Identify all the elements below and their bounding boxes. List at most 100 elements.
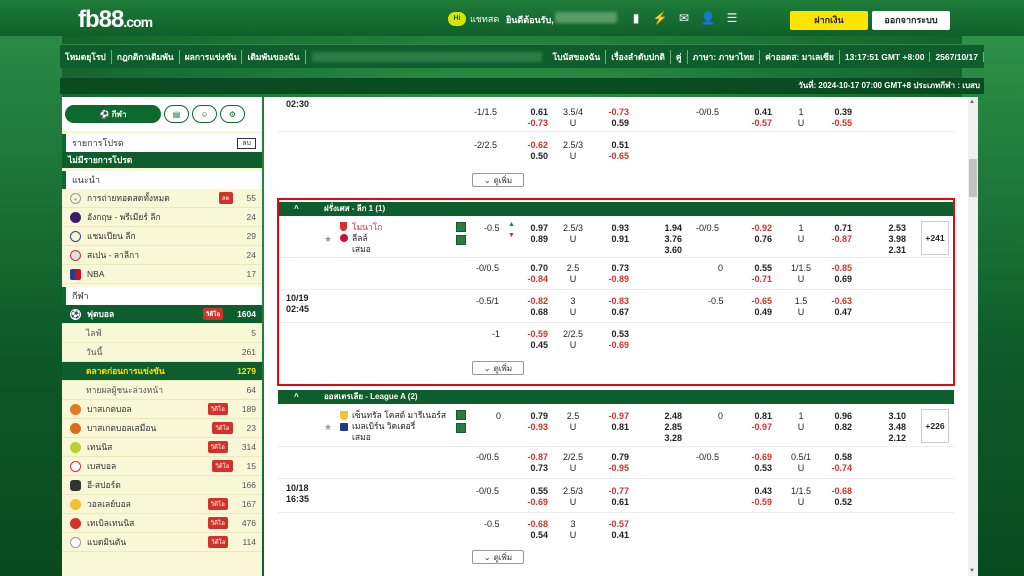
sidebar-item-football-today[interactable]: วันนี้ 261 xyxy=(62,343,262,362)
nav-pairs[interactable]: คู่ xyxy=(671,49,688,64)
odds-value[interactable]: 0.41 xyxy=(742,107,772,117)
nav-rules[interactable]: กฎกติกาเดิมพัน xyxy=(112,49,180,64)
odds-value[interactable]: 0.93 xyxy=(599,223,629,233)
odds-value[interactable]: -0.55 xyxy=(822,118,852,128)
odds-value[interactable]: -0.85 xyxy=(822,263,852,273)
odds-value[interactable]: -0.68 xyxy=(822,486,852,496)
sidebar-item-nba[interactable]: NBA 17 xyxy=(62,265,262,284)
tab-account[interactable]: ☺ xyxy=(192,105,217,123)
sidebar-item-football[interactable]: ⚽ ฟุตบอล วิดีโอ 1604 xyxy=(62,305,262,324)
odds-value[interactable]: -0.83 xyxy=(599,296,629,306)
odds-value[interactable]: 0.52 xyxy=(822,497,852,507)
sidebar-item-volleyball[interactable]: วอลเลย์บอล วิดีโอ 167 xyxy=(62,495,262,514)
odds-value[interactable]: 0.96 xyxy=(822,411,852,421)
sidebar-item-laliga[interactable]: สเปน - ลาลีกา 24 xyxy=(62,246,262,265)
odds-value[interactable]: -0.97 xyxy=(742,422,772,432)
odds-value[interactable]: 0.97 xyxy=(518,223,548,233)
odds-value[interactable]: -0.74 xyxy=(822,463,852,473)
logout-button[interactable]: ออกจากระบบ xyxy=(872,11,950,30)
home-team[interactable]: เซ็นทรัล โคสต์ มารีเนอร์ส xyxy=(352,410,446,421)
odds-value[interactable]: 0.45 xyxy=(518,340,548,350)
live-tv-icon[interactable] xyxy=(456,423,466,433)
odds-value[interactable]: 0.59 xyxy=(599,118,629,128)
sidebar-item-tennis[interactable]: เทนนิส วิดีโอ 314 xyxy=(62,438,262,457)
more-markets-button[interactable]: +241 xyxy=(921,221,949,255)
odds-value[interactable]: 0.61 xyxy=(599,497,629,507)
odds-value[interactable]: 0.68 xyxy=(518,307,548,317)
odds-value[interactable]: -0.62 xyxy=(518,140,548,150)
nav-european-mode[interactable]: โหมดยุโรป xyxy=(60,49,112,64)
sidebar-item-football-live[interactable]: ไลฟ์ 5 xyxy=(62,324,262,343)
more-bets-button[interactable]: ⌄ ดูเพิ่ม xyxy=(472,173,524,187)
refresh-icon[interactable]: ⚡ xyxy=(652,11,668,25)
stats-icon[interactable] xyxy=(456,410,466,420)
star-icon[interactable]: ★ xyxy=(324,422,332,433)
sidebar-item-esports[interactable]: อี-สปอร์ต 166 xyxy=(62,476,262,495)
odds-value[interactable]: -0.57 xyxy=(742,118,772,128)
odds-value[interactable]: -0.77 xyxy=(599,486,629,496)
scroll-down-icon[interactable]: ▼ xyxy=(969,568,975,574)
odds-value[interactable]: 0.70 xyxy=(518,263,548,273)
nav-my-bonus[interactable]: โบนัสของฉัน xyxy=(548,49,607,64)
odds-value[interactable]: 0.51 xyxy=(599,140,629,150)
scrollbar-thumb[interactable] xyxy=(969,159,977,197)
odds-value[interactable]: 0.71 xyxy=(822,223,852,233)
odds-value[interactable]: -0.69 xyxy=(518,497,548,507)
user-icon[interactable]: 👤 xyxy=(700,11,716,25)
odds-value[interactable]: -0.69 xyxy=(599,340,629,350)
odds-scrollbar[interactable]: ▲ ▼ xyxy=(968,97,978,576)
nav-language[interactable]: ภาษา: ภาษาไทย xyxy=(688,49,761,64)
sidebar-item-champions-league[interactable]: แชมเปียน ลีก 29 xyxy=(62,227,262,246)
odds-1x2-draw[interactable]: 2.31 xyxy=(876,245,906,255)
odds-value[interactable]: 0.82 xyxy=(822,422,852,432)
logo[interactable]: fb88.com xyxy=(78,6,153,34)
odds-1x2-draw[interactable]: 3.28 xyxy=(652,433,682,443)
deposit-button[interactable]: ฝากเงิน xyxy=(790,11,868,30)
more-bets-button[interactable]: ⌄ ดูเพิ่ม xyxy=(472,361,524,375)
odds-1x2-draw[interactable]: 3.60 xyxy=(652,245,682,255)
odds-value[interactable]: 0.41 xyxy=(599,530,629,540)
tab-settings[interactable]: ⚙ xyxy=(220,105,245,123)
balance-icon[interactable]: ▮ xyxy=(628,11,644,25)
bet-list-icon[interactable]: ☰ xyxy=(724,11,740,25)
odds-value[interactable]: 0.61 xyxy=(518,107,548,117)
odds-value[interactable]: 0.50 xyxy=(518,151,548,161)
sidebar-item-table-tennis[interactable]: เทเบิลเทนนิส วิดีโอ 476 xyxy=(62,514,262,533)
odds-value[interactable]: 0.58 xyxy=(822,452,852,462)
odds-value[interactable]: -0.68 xyxy=(518,519,548,529)
odds-value[interactable]: -0.73 xyxy=(599,107,629,117)
odds-value[interactable]: -0.92 xyxy=(742,223,772,233)
odds-value[interactable]: -0.71 xyxy=(742,274,772,284)
odds-value[interactable]: 0.53 xyxy=(742,463,772,473)
away-team[interactable]: ลีลล์ xyxy=(352,233,382,244)
odds-value[interactable]: 0.73 xyxy=(599,263,629,273)
more-markets-button[interactable]: +226 xyxy=(921,409,949,443)
odds-value[interactable]: -0.87 xyxy=(822,234,852,244)
nav-results[interactable]: ผลการแข่งขัน xyxy=(180,49,243,64)
odds-value[interactable]: 0.79 xyxy=(518,411,548,421)
sidebar-item-all-live[interactable]: • การถ่ายทอดสดทั้งหมด สด 55 xyxy=(62,189,262,208)
stats-icon[interactable] xyxy=(456,222,466,232)
nav-my-bets[interactable]: เดิมพันของฉัน xyxy=(242,49,306,64)
sidebar-item-basketball[interactable]: บาสเกตบอล วิดีโอ 189 xyxy=(62,400,262,419)
league-header-australia[interactable]: ^ ออสเตรเลีย - League A (2) xyxy=(278,390,954,404)
star-icon[interactable]: ★ xyxy=(324,234,332,245)
odds-value[interactable]: 0.76 xyxy=(742,234,772,244)
away-team[interactable]: เมลเบิร์น วิคเตอรี่ xyxy=(352,421,446,432)
odds-value[interactable]: 0.47 xyxy=(822,307,852,317)
odds-value[interactable]: 0.69 xyxy=(822,274,852,284)
sidebar-item-football-early[interactable]: ตลาดก่อนการแข่งขัน 1279 xyxy=(62,362,262,381)
odds-value[interactable]: 0.79 xyxy=(599,452,629,462)
odds-value[interactable]: -0.97 xyxy=(599,411,629,421)
odds-value[interactable]: 0.53 xyxy=(599,329,629,339)
odds-1x2-away[interactable]: 3.48 xyxy=(876,422,906,432)
league-header-ligue1[interactable]: ^ ฝรั่งเศส - ลีก 1 (1) xyxy=(278,202,954,216)
odds-value[interactable]: -0.69 xyxy=(742,452,772,462)
tab-bet-slip[interactable]: ▤ xyxy=(164,105,189,123)
sidebar-item-virtual-basketball[interactable]: บาสเกตบอลเสมือน วิดีโอ 23 xyxy=(62,419,262,438)
odds-value[interactable]: 0.55 xyxy=(518,486,548,496)
odds-value[interactable]: 0.55 xyxy=(742,263,772,273)
odds-1x2-draw[interactable]: 2.12 xyxy=(876,433,906,443)
odds-value[interactable]: -0.87 xyxy=(518,452,548,462)
live-tv-icon[interactable] xyxy=(456,235,466,245)
